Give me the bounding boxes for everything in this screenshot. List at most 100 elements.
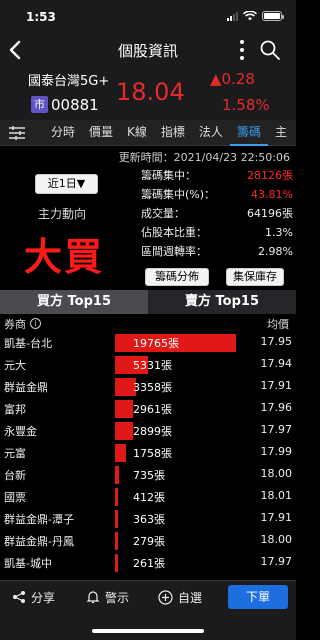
volume-value: 2961張 — [133, 403, 172, 416]
page-title: 個股資訊 — [117, 42, 178, 60]
avg-price: 17.94 — [260, 357, 293, 370]
avg-price: 17.99 — [260, 445, 293, 458]
stat-value: 28126張 — [247, 169, 293, 182]
volume-value: 261張 — [133, 557, 165, 570]
home-area — [0, 612, 296, 640]
stat-label: 籌碼集中： — [141, 169, 196, 182]
tab-institutional[interactable]: 法人 — [192, 120, 230, 146]
status-time: 1:53 — [26, 10, 56, 24]
update-time: 更新時間：2021/04/23 22:50:06 — [118, 151, 290, 164]
quote-header: 國泰台灣5G+ 市 00881 18.04 ▲0.28 1.58% — [0, 64, 296, 120]
tab-chips[interactable]: 籌碼 — [229, 120, 268, 146]
add-circle-icon — [158, 589, 173, 605]
nav-bar: 個股資訊 — [0, 36, 296, 64]
bell-icon — [86, 591, 100, 604]
chip-stats: 籌碼集中： 28126張 籌碼集中(%)： 43.81% 成交量： 64196張… — [141, 166, 293, 261]
watchlist-button[interactable]: 自選 — [158, 587, 202, 607]
broker-name: 元富 — [4, 447, 26, 460]
search-icon[interactable] — [258, 38, 282, 62]
table-row[interactable]: 台新 735張 18.00 — [0, 464, 296, 486]
volume-value: 2899張 — [133, 425, 172, 438]
tab-kline[interactable]: K線 — [120, 120, 154, 146]
avg-price: 17.95 — [260, 335, 293, 348]
volume-value: 3358張 — [133, 381, 172, 394]
broker-name: 群益金鼎 — [4, 381, 48, 394]
stat-label: 籌碼集中(%)： — [141, 188, 216, 201]
volume-value: 735張 — [133, 469, 165, 482]
stat-row: 佔股本比重： 1.3% — [141, 223, 293, 242]
order-button[interactable]: 下單 — [228, 585, 288, 609]
tab-menu-icon[interactable] — [8, 125, 26, 141]
volume-value: 19765張 — [133, 337, 179, 350]
broker-name: 台新 — [4, 469, 26, 482]
table-row[interactable]: 凱基-城中 261張 17.97 — [0, 552, 296, 574]
stat-row: 區間週轉率： 2.98% — [141, 242, 293, 261]
chip-distribution-button[interactable]: 籌碼分佈 — [145, 268, 209, 286]
battery-icon — [262, 11, 284, 21]
table-row[interactable]: 凱基-台北 19765張 17.95 — [0, 332, 296, 354]
main-force-label: 主力動向 — [38, 207, 87, 221]
period-dropdown[interactable]: 近1日▼ — [35, 174, 98, 194]
table-row[interactable]: 群益金鼎 3358張 17.91 — [0, 376, 296, 398]
broker-name: 元大 — [4, 359, 26, 372]
stat-value: 43.81% — [251, 188, 293, 201]
avg-price: 17.91 — [260, 379, 293, 392]
volume-bar — [115, 510, 118, 528]
table-header: 券商 i 均價 — [0, 314, 296, 332]
avg-price: 18.00 — [260, 467, 293, 480]
table-row[interactable]: 元大 5331張 17.94 — [0, 354, 296, 376]
inventory-button[interactable]: 集保庫存 — [226, 268, 284, 286]
tab-bar: 分時 價量 K線 指標 法人 籌碼 主 — [0, 120, 296, 146]
stat-row: 籌碼集中(%)： 43.81% — [141, 185, 293, 204]
tab-main[interactable]: 主 — [268, 120, 294, 146]
stat-value: 2.98% — [258, 245, 293, 258]
chip-summary-panel: 更新時間：2021/04/23 22:50:06 近1日▼ 主力動向 大買 籌碼… — [0, 146, 296, 288]
stock-name: 國泰台灣5G+ — [28, 74, 110, 89]
watchlist-label: 自選 — [178, 590, 203, 605]
table-row[interactable]: 群益金鼎-潭子 363張 17.91 — [0, 508, 296, 530]
stat-row: 籌碼集中： 28126張 — [141, 166, 293, 185]
share-icon — [13, 591, 25, 603]
volume-value: 1758張 — [133, 447, 172, 460]
stock-price: 18.04 — [116, 78, 185, 106]
table-row[interactable]: 元富 1758張 17.99 — [0, 442, 296, 464]
avg-price: 18.00 — [260, 533, 293, 546]
tab-price-volume[interactable]: 價量 — [82, 120, 120, 146]
share-button[interactable]: 分享 — [12, 587, 55, 607]
table-row[interactable]: 群益金鼎-丹鳳 279張 18.00 — [0, 530, 296, 552]
stat-label: 區間週轉率： — [141, 245, 207, 258]
tab-sellers-top15[interactable]: 賣方 Top15 — [148, 290, 296, 314]
wifi-icon — [243, 11, 257, 21]
table-row[interactable]: 富邦 2961張 17.96 — [0, 398, 296, 420]
volume-bar — [115, 532, 118, 550]
avg-price: 17.91 — [260, 511, 293, 524]
tab-intraday[interactable]: 分時 — [44, 120, 82, 146]
tab-indicators[interactable]: 指標 — [154, 120, 192, 146]
broker-name: 富邦 — [4, 403, 26, 416]
broker-table: 凱基-台北 19765張 17.95 元大 5331張 17.94 群益金鼎 3358張 17.… — [0, 332, 296, 578]
header-avg-price: 均價 — [267, 318, 289, 331]
broker-name: 永豐金 — [4, 425, 37, 438]
broker-name: 凱基-城中 — [4, 557, 52, 570]
volume-value: 363張 — [133, 513, 165, 526]
table-row[interactable]: 國票 412張 18.01 — [0, 486, 296, 508]
home-indicator[interactable] — [92, 629, 204, 633]
stat-label: 成交量： — [141, 207, 185, 220]
tab-buyers-top15[interactable]: 買方 Top15 — [0, 290, 148, 314]
status-bar: 1:53 — [0, 0, 296, 36]
price-change-percent: 1.58% — [222, 96, 270, 114]
broker-name: 群益金鼎-潭子 — [4, 513, 74, 526]
more-options-icon[interactable] — [238, 40, 246, 60]
stock-code: 00881 — [51, 96, 99, 114]
info-icon[interactable]: i — [30, 318, 41, 329]
share-label: 分享 — [31, 590, 56, 605]
tabs: 分時 價量 K線 指標 法人 籌碼 主 — [44, 120, 294, 146]
header-broker: 券商 — [4, 318, 26, 331]
side-tabs: 買方 Top15 賣方 Top15 — [0, 290, 296, 314]
alert-button[interactable]: 警示 — [86, 587, 129, 607]
table-row[interactable]: 永豐金 2899張 17.97 — [0, 420, 296, 442]
volume-bar — [115, 444, 126, 462]
broker-name: 群益金鼎-丹鳳 — [4, 535, 74, 548]
volume-value: 5331張 — [133, 359, 172, 372]
stat-label: 佔股本比重： — [141, 226, 207, 239]
